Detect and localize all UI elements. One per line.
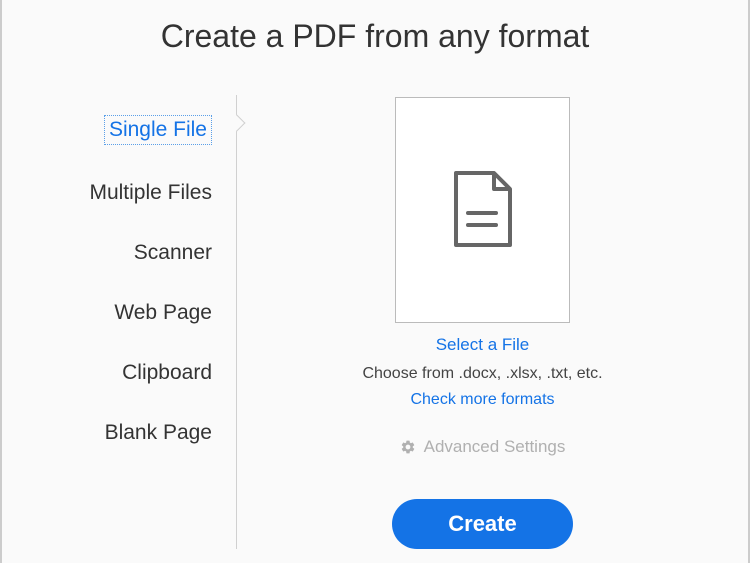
- sidebar-item-label: Multiple Files: [89, 181, 212, 204]
- page-title: Create a PDF from any format: [2, 0, 748, 95]
- sidebar-item-clipboard[interactable]: Clipboard: [52, 353, 236, 393]
- check-more-formats-link[interactable]: Check more formats: [410, 391, 554, 409]
- sidebar-item-blank-page[interactable]: Blank Page: [52, 413, 236, 453]
- document-icon: [452, 171, 514, 249]
- sidebar-item-label: Single File: [104, 115, 212, 145]
- sidebar: Single File Multiple Files Scanner Web P…: [52, 95, 237, 549]
- advanced-settings-label: Advanced Settings: [424, 437, 566, 457]
- sidebar-item-label: Scanner: [134, 241, 212, 264]
- sidebar-item-scanner[interactable]: Scanner: [52, 233, 236, 273]
- main-panel: Select a File Choose from .docx, .xlsx, …: [237, 95, 728, 549]
- file-dropzone[interactable]: [395, 97, 570, 323]
- help-text: Choose from .docx, .xlsx, .txt, etc.: [362, 365, 602, 383]
- sidebar-item-single-file[interactable]: Single File: [52, 107, 236, 153]
- create-button[interactable]: Create: [392, 499, 572, 549]
- sidebar-item-label: Clipboard: [122, 361, 212, 384]
- sidebar-item-multiple-files[interactable]: Multiple Files: [52, 173, 236, 213]
- gear-icon: [400, 439, 416, 455]
- sidebar-item-web-page[interactable]: Web Page: [52, 293, 236, 333]
- select-file-link[interactable]: Select a File: [436, 335, 530, 355]
- sidebar-item-label: Blank Page: [105, 421, 212, 444]
- sidebar-item-label: Web Page: [114, 301, 212, 324]
- advanced-settings-button[interactable]: Advanced Settings: [400, 437, 566, 457]
